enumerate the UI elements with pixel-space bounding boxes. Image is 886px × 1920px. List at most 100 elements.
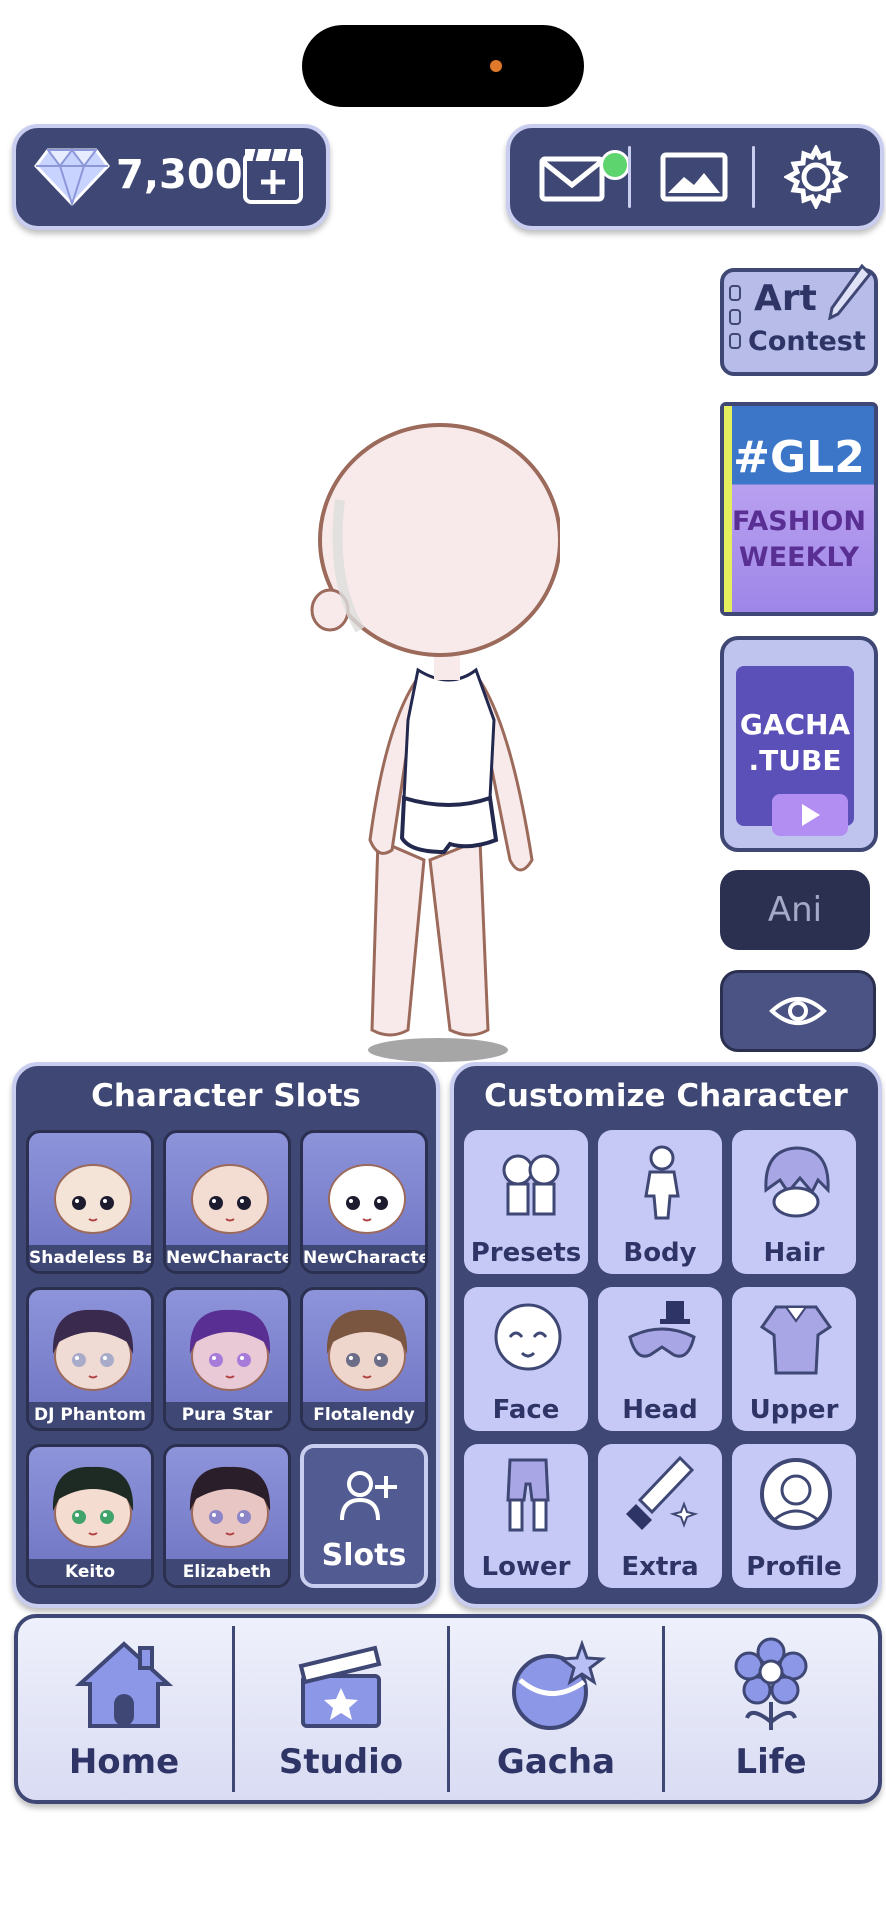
gacha-tube-button[interactable]: GACHA .TUBE [720,636,878,852]
shirt-icon [759,1305,833,1375]
pants-icon [506,1458,550,1532]
slot-name: Pura Star [166,1402,288,1428]
customize-label: Head [622,1395,698,1425]
character-portrait [189,1466,271,1548]
visibility-button[interactable] [720,970,876,1052]
slot-name: Shadeless Bas [29,1245,151,1271]
nav-gacha[interactable]: Gacha [450,1618,662,1800]
notebook-rings-icon [729,285,741,349]
gl2-tag: #GL2 [733,432,865,483]
add-gems-button[interactable] [242,146,304,206]
slot-name: NewCharacter [303,1245,425,1271]
slot-name: Elizabeth [166,1559,288,1585]
slot-name: DJ Phantom [29,1402,151,1428]
character-slots-title: Character Slots [91,1078,361,1114]
mail-icon [539,156,605,202]
dynamic-island [302,25,584,107]
bottom-nav: Home Studio Gacha Life [14,1614,882,1804]
character-portrait [326,1309,408,1391]
slot-name: NewCharacter [166,1245,288,1271]
art-label: Art [754,278,817,319]
customize-label: Lower [481,1552,571,1582]
home-icon [74,1641,174,1728]
gallery-button[interactable] [644,142,744,212]
nav-studio-label: Studio [278,1742,404,1782]
ani-label: Ani [767,890,823,930]
customize-upper[interactable]: Upper [732,1287,856,1431]
character-portrait [52,1309,134,1391]
pencil-icon [828,264,872,320]
currency-bar: 7,300 [12,124,330,230]
nav-life-label: Life [735,1742,807,1782]
customize-label: Hair [763,1238,825,1268]
clapperboard-icon [298,1645,382,1728]
customize-face[interactable]: Face [464,1287,588,1431]
character-slots-panel: Character Slots Shadeless Bas NewCharact… [12,1062,440,1608]
character-slot[interactable]: NewCharacter [163,1130,291,1274]
mail-button[interactable] [524,142,630,212]
fashion-label: FASHION [732,506,866,537]
add-user-icon [340,1471,397,1521]
hat-mask-icon [628,1301,696,1358]
customize-lower[interactable]: Lower [464,1444,588,1588]
nav-home-label: Home [68,1742,180,1782]
customize-head[interactable]: Head [598,1287,722,1431]
add-slots-label: Slots [321,1538,407,1573]
customize-label: Upper [749,1395,839,1425]
gacha-orb-icon [512,1639,606,1730]
contest-label: Contest [748,326,866,357]
customize-body[interactable]: Body [598,1130,722,1274]
fashion-weekly-button[interactable]: #GL2 FASHION WEEKLY [720,402,878,616]
customize-hair[interactable]: Hair [732,1130,856,1274]
character-slot[interactable]: Flotalendy [300,1287,428,1431]
nav-studio[interactable]: Studio [235,1618,447,1800]
presets-icon [502,1154,560,1216]
profile-icon [760,1458,832,1530]
character-portrait [328,1164,406,1234]
character-portrait [54,1164,132,1234]
slot-name: Flotalendy [303,1402,425,1428]
customize-label: Presets [470,1238,582,1268]
character-portrait [189,1309,271,1391]
customize-label: Body [623,1238,697,1268]
customize-extra[interactable]: Extra [598,1444,722,1588]
sword-icon [626,1455,699,1530]
camera-dot [490,60,502,72]
image-icon [660,152,728,202]
divider [752,146,755,208]
character-slot[interactable]: Pura Star [163,1287,291,1431]
character-slot[interactable]: DJ Phantom [26,1287,154,1431]
gear-icon [784,145,848,209]
weekly-label: WEEKLY [738,542,860,573]
settings-button[interactable] [766,142,866,212]
character-model [310,423,560,1062]
customize-label: Face [492,1395,560,1425]
nav-gacha-label: Gacha [496,1742,616,1782]
art-contest-button[interactable]: Art Contest [720,264,878,376]
character-slot[interactable]: Elizabeth [163,1444,291,1588]
animation-button[interactable]: Ani [720,870,870,950]
top-toolbar [506,124,884,230]
customize-character-panel: Customize Character Presets Body Hair Fa… [450,1062,882,1608]
customize-title: Customize Character [484,1078,848,1114]
gem-count: 7,300 [116,152,243,198]
customize-presets[interactable]: Presets [464,1130,588,1274]
nav-home[interactable]: Home [18,1618,230,1800]
body-icon [644,1145,680,1220]
face-icon [494,1303,562,1371]
hair-icon [764,1146,830,1218]
eye-icon [769,997,827,1025]
customize-profile[interactable]: Profile [732,1444,856,1588]
customize-label: Profile [746,1552,842,1582]
character-slot[interactable]: NewCharacter [300,1130,428,1274]
tube-screen: GACHA .TUBE [736,666,854,836]
divider [628,146,631,208]
slot-name: Keito [29,1559,151,1585]
character-portrait [191,1164,269,1234]
nav-life[interactable]: Life [665,1618,877,1800]
character-slot[interactable]: Keito [26,1444,154,1588]
flower-icon [734,1637,808,1730]
add-slots-button[interactable]: Slots [300,1444,428,1588]
character-portrait [52,1466,134,1548]
character-slot[interactable]: Shadeless Bas [26,1130,154,1274]
